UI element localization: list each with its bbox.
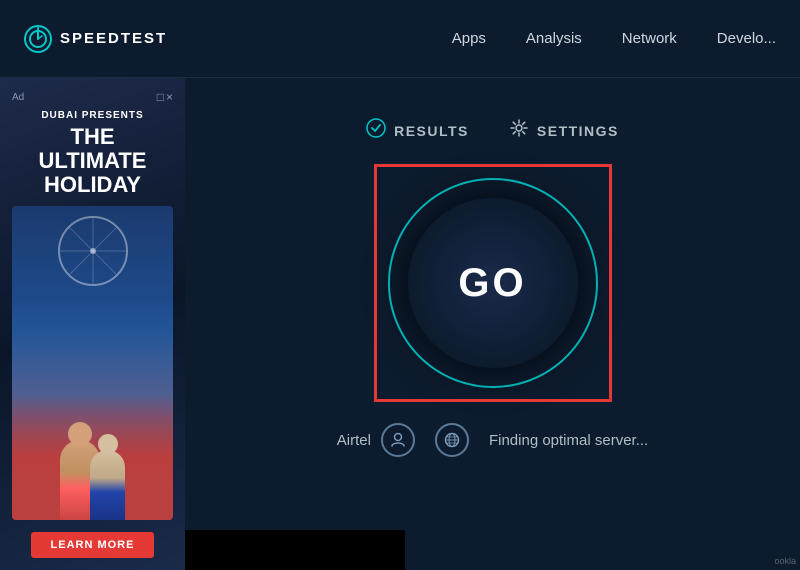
results-control[interactable]: RESULTS <box>366 118 469 143</box>
settings-label: SETTINGS <box>537 123 619 139</box>
ad-people <box>12 347 173 520</box>
logo-text: SPEEDTEST <box>60 30 167 47</box>
server-status: Finding optimal server... <box>489 432 648 449</box>
bottom-info: Airtel Finding optimal server... <box>337 423 648 457</box>
results-label: RESULTS <box>394 123 469 139</box>
nav-links: Apps Analysis Network Develo... <box>452 30 776 47</box>
nav-develop[interactable]: Develo... <box>717 30 776 47</box>
go-button[interactable]: GO <box>388 178 598 388</box>
checkmark-icon <box>366 118 386 143</box>
isp-info: Airtel <box>337 423 415 457</box>
nav-analysis[interactable]: Analysis <box>526 30 582 47</box>
go-button-wrapper: GO <box>388 178 598 388</box>
globe-icon[interactable] <box>435 423 469 457</box>
main-content: RESULTS SETTINGS GO Airtel <box>185 78 800 570</box>
ad-title: THE ULTIMATE HOLIDAY <box>39 125 147 198</box>
nav-network[interactable]: Network <box>622 30 677 47</box>
isp-name: Airtel <box>337 432 371 449</box>
ad-top-bar: Ad □× <box>12 90 173 104</box>
logo-area: SPEEDTEST <box>24 25 167 53</box>
ad-cta-button[interactable]: LEARN MORE <box>31 532 155 558</box>
ad-label: Ad <box>12 92 24 103</box>
speedtest-logo-icon <box>24 25 52 53</box>
person-2 <box>90 450 125 520</box>
ad-close-button[interactable]: □× <box>157 90 173 104</box>
account-icon[interactable] <box>381 423 415 457</box>
controls-row: RESULTS SETTINGS <box>366 118 619 143</box>
go-label: GO <box>458 261 526 306</box>
settings-control[interactable]: SETTINGS <box>509 118 619 143</box>
gear-icon <box>509 118 529 143</box>
go-button-inner: GO <box>408 198 578 368</box>
watermark: ookla <box>774 556 796 566</box>
ad-container: Ad □× DUBAI PRESENTS THE ULTIMATE HOLIDA… <box>0 78 185 570</box>
ad-subtitle: DUBAI PRESENTS <box>41 110 143 121</box>
ad-image <box>12 206 173 520</box>
bottom-bar <box>185 530 405 570</box>
header: SPEEDTEST Apps Analysis Network Develo..… <box>0 0 800 78</box>
ad-sidebar: Ad □× DUBAI PRESENTS THE ULTIMATE HOLIDA… <box>0 78 185 570</box>
nav-apps[interactable]: Apps <box>452 30 486 47</box>
